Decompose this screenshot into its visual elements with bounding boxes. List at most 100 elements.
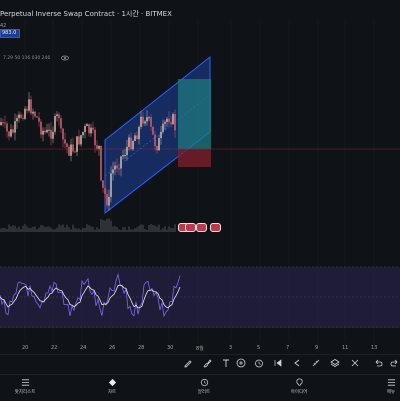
volume-bar — [10, 226, 12, 232]
candle-body — [48, 129, 50, 131]
time-axis-label: 24 — [80, 345, 87, 351]
candle-body — [114, 165, 116, 170]
volume-bar — [124, 227, 126, 232]
candle-body — [126, 146, 128, 156]
volume-bar — [138, 225, 140, 232]
volume-bar — [62, 224, 64, 232]
layers-icon[interactable] — [330, 358, 340, 368]
volume-bar — [14, 225, 16, 232]
volume-bar — [164, 226, 166, 232]
volume-bar — [46, 226, 48, 232]
event-marker-badge[interactable] — [196, 223, 207, 232]
candle-body — [116, 165, 118, 169]
event-marker-badge[interactable] — [185, 223, 196, 232]
candle-body — [58, 114, 60, 119]
brush-icon[interactable] — [202, 358, 212, 368]
volume-bar — [44, 226, 46, 232]
nav-alerts-label: 알러트 — [197, 390, 211, 395]
nav-ideas[interactable]: 아이디어 — [285, 378, 313, 395]
volume-bar — [98, 229, 100, 232]
volume-bar — [132, 229, 134, 232]
candle-body — [42, 130, 44, 135]
volume-bar — [20, 229, 22, 232]
volume-bar — [148, 224, 150, 232]
undo-icon[interactable] — [373, 358, 383, 368]
nav-chart[interactable]: 차트 — [100, 378, 124, 395]
volume-bar — [16, 228, 18, 232]
volume-bar — [158, 224, 160, 232]
pencil-icon[interactable] — [183, 358, 193, 368]
volume-bar — [150, 224, 152, 232]
lightbulb-icon — [295, 378, 303, 386]
candle-body — [168, 118, 170, 123]
candle-body — [8, 131, 10, 137]
volume-bar — [70, 229, 72, 232]
candle-body — [2, 122, 4, 124]
volume-bar — [50, 227, 52, 232]
candle-body — [132, 141, 134, 150]
volume-bar — [100, 219, 102, 232]
candle-body — [156, 146, 158, 151]
candle-body — [100, 145, 102, 181]
candle-body — [152, 126, 154, 135]
ruler-icon[interactable] — [311, 358, 321, 368]
candle-body — [122, 155, 124, 157]
candle-body — [174, 114, 176, 131]
alarm-icon[interactable] — [254, 358, 264, 368]
event-marker-badge[interactable] — [210, 223, 221, 232]
candle-body — [16, 118, 18, 122]
volume-bar — [172, 228, 174, 232]
nav-menu-label: 메뉴 — [386, 390, 396, 395]
add-icon[interactable] — [236, 358, 246, 368]
candle-body — [72, 144, 74, 152]
candle-body — [6, 123, 8, 132]
volume-bar — [26, 226, 28, 232]
price-chart[interactable] — [0, 0, 400, 400]
candle-body — [52, 131, 54, 139]
volume-bar — [146, 229, 148, 232]
candle-body — [128, 137, 130, 147]
volume-bar — [108, 218, 110, 232]
nav-menu[interactable]: 메뉴 — [382, 378, 400, 395]
cross-out-icon[interactable] — [350, 358, 360, 368]
candle-body — [172, 114, 174, 124]
redo-icon[interactable] — [390, 358, 400, 368]
volume-bar — [156, 226, 158, 232]
time-axis-label: 13 — [371, 345, 378, 351]
volume-bar — [134, 228, 136, 232]
candle-body — [0, 122, 2, 125]
volume-bar — [18, 226, 20, 232]
volume-bar — [114, 226, 116, 232]
volume-bar — [84, 227, 86, 232]
stop-zone[interactable] — [178, 149, 211, 167]
nav-watchlist[interactable]: 왓치리스트 — [8, 378, 42, 395]
candle-body — [146, 117, 148, 122]
text-tool-icon[interactable] — [221, 358, 231, 368]
target-zone[interactable] — [178, 79, 211, 149]
candle-body — [32, 111, 34, 114]
volume-bar — [116, 227, 118, 232]
candle-body — [138, 126, 140, 140]
volume-bar — [166, 229, 168, 232]
chart-icon — [108, 378, 116, 387]
volume-bar — [56, 227, 58, 232]
time-axis-label: 5 — [257, 345, 261, 351]
nav-alerts[interactable]: 알러트 — [190, 378, 218, 395]
candle-body — [142, 116, 144, 124]
volume-bar — [82, 227, 84, 232]
volume-bar — [40, 225, 42, 232]
candle-body — [14, 121, 16, 133]
volume-bar — [36, 229, 38, 232]
volume-bar — [136, 227, 138, 232]
step-back-icon[interactable] — [292, 358, 302, 368]
candle-body — [66, 143, 68, 147]
time-axis-label: 11 — [342, 345, 349, 351]
candle-body — [120, 156, 122, 169]
candle-body — [164, 121, 166, 124]
candle-body — [104, 187, 106, 195]
volume-bar — [110, 220, 112, 232]
volume-bar — [130, 229, 132, 232]
rewind-icon[interactable] — [273, 358, 283, 368]
volume-bar — [6, 229, 8, 232]
volume-bar — [66, 224, 68, 232]
